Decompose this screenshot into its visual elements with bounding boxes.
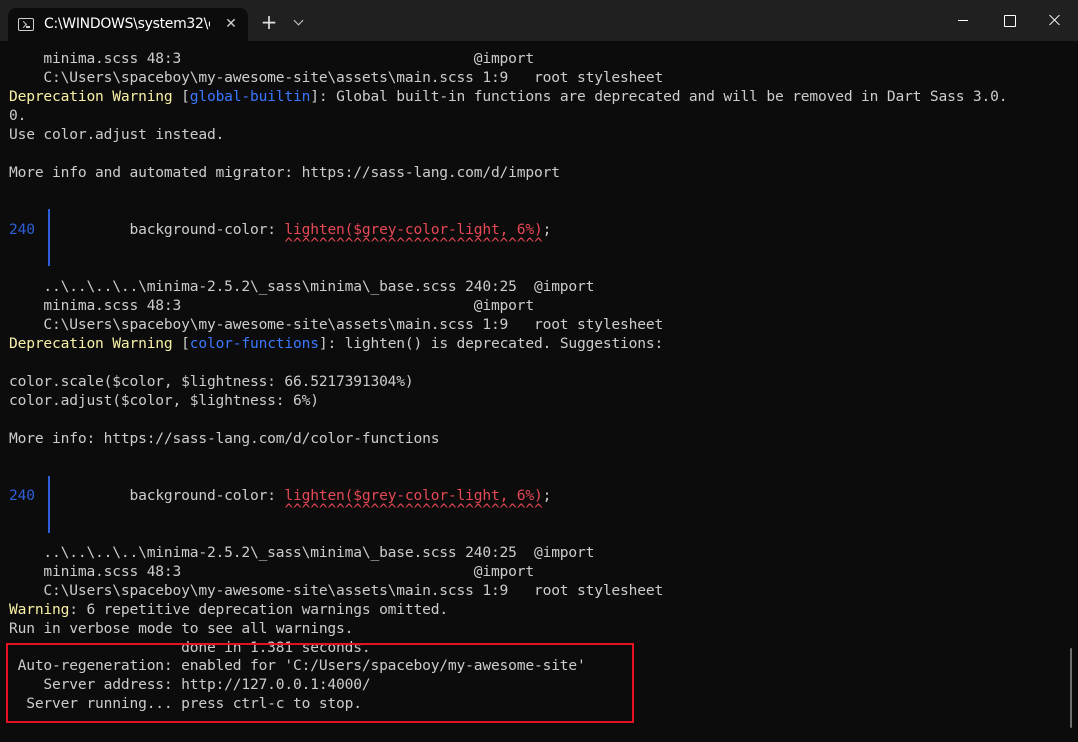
minimize-button[interactable] — [940, 0, 986, 41]
deprecation-warning-line: Deprecation Warning [global-builtin]: Gl… — [9, 88, 1008, 105]
highlight-box — [6, 643, 634, 723]
close-window-button[interactable] — [1032, 0, 1078, 41]
output-line: 0. — [9, 107, 27, 124]
warning-label: Warning — [9, 601, 70, 618]
terminal-output[interactable]: minima.scss 48:3 @import C:\Users\spaceb… — [0, 41, 1078, 742]
output-line: ..\..\..\..\minima-2.5.2\_sass\minima\_b… — [9, 544, 595, 561]
output-line: C:\Users\spaceboy\my-awesome-site\assets… — [9, 316, 664, 333]
scrollbar[interactable] — [1070, 648, 1072, 728]
maximize-button[interactable] — [986, 0, 1032, 41]
output-line: More info and automated migrator: https:… — [9, 164, 560, 181]
output-line: Use color.adjust instead. — [9, 126, 225, 143]
output-line: minima.scss 48:3 @import — [9, 297, 534, 314]
output-line: color.scale($color, $lightness: 66.52173… — [9, 373, 414, 390]
warning-line: Warning: 6 repetitive deprecation warnin… — [9, 601, 448, 618]
output-line: C:\Users\spaceboy\my-awesome-site\assets… — [9, 582, 664, 599]
output-line: C:\Users\spaceboy\my-awesome-site\assets… — [9, 69, 664, 86]
deprecation-warning-line: Deprecation Warning [color-functions]: l… — [9, 335, 664, 352]
warning-label: Deprecation Warning — [9, 335, 173, 352]
chevron-down-icon[interactable] — [290, 15, 308, 31]
output-line: minima.scss 48:3 @import — [9, 50, 534, 67]
output-line: Run in verbose mode to see all warnings. — [9, 620, 354, 637]
output-line: color.adjust($color, $lightness: 6%) — [9, 392, 319, 409]
caret-markers: ^^^^^^^^^^^^^^^^^^^^^^^^^^^^^^ — [69, 235, 543, 252]
terminal-tab[interactable]: C:\WINDOWS\system32\cmd.exe ✕ — [8, 8, 248, 41]
output-line: More info: https://sass-lang.com/d/color… — [9, 430, 440, 447]
warning-label: Deprecation Warning — [9, 88, 173, 105]
warning-tag: global-builtin — [189, 88, 311, 105]
tab-close-button[interactable]: ✕ — [221, 14, 241, 34]
new-tab-button[interactable]: + — [258, 12, 280, 34]
output-line: minima.scss 48:3 @import — [9, 563, 534, 580]
warning-tag: color-functions — [189, 335, 319, 352]
title-bar: C:\WINDOWS\system32\cmd.exe ✕ + — [0, 0, 1078, 41]
command-prompt-icon — [18, 18, 34, 31]
tab-title: C:\WINDOWS\system32\cmd.exe — [44, 16, 210, 32]
caret-markers: ^^^^^^^^^^^^^^^^^^^^^^^^^^^^^^ — [69, 501, 543, 518]
output-line: ..\..\..\..\minima-2.5.2\_sass\minima\_b… — [9, 278, 595, 295]
